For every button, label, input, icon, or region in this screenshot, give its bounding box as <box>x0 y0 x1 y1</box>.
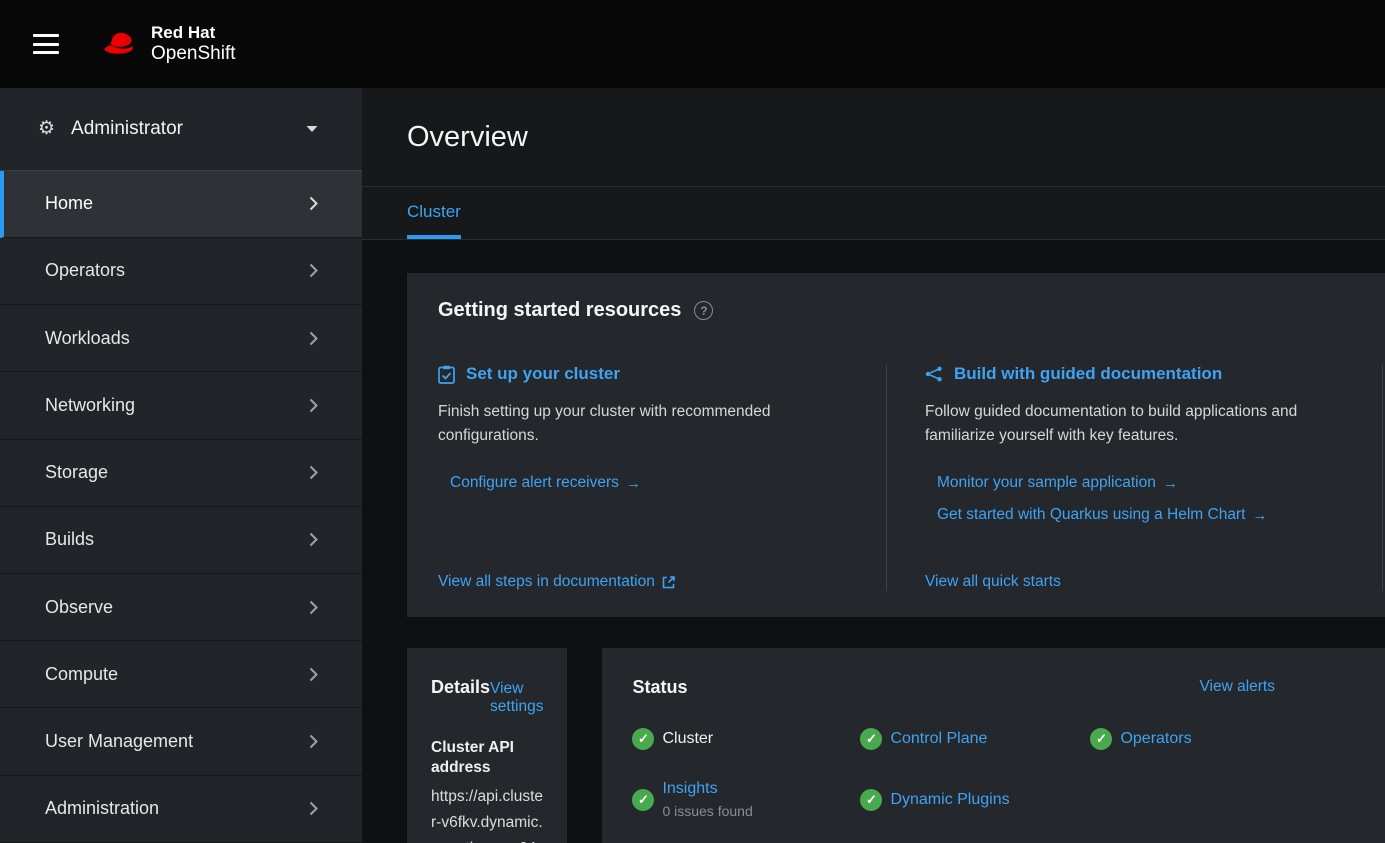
view-settings-link[interactable]: View settings <box>490 680 543 716</box>
sidebar-item-label: Builds <box>45 529 94 550</box>
tab-cluster[interactable]: Cluster <box>407 187 461 239</box>
sidebar-item-label: Storage <box>45 462 108 483</box>
redhat-hat-icon <box>101 31 139 57</box>
configure-alert-receivers-link[interactable]: Configure alert receivers → <box>450 474 641 492</box>
sidebar-item-home[interactable]: Home <box>0 171 362 238</box>
check-circle-icon: ✓ <box>632 728 654 750</box>
tab-bar: Cluster <box>362 186 1385 240</box>
sidebar-item-workloads[interactable]: Workloads <box>0 305 362 372</box>
status-item-cluster: ✓ Cluster <box>632 728 860 750</box>
sidebar-item-label: Compute <box>45 664 118 685</box>
cluster-api-address-value: https://api.cluster-v6fkv.dynamic.opentl… <box>431 784 543 843</box>
help-icon[interactable]: ? <box>694 301 713 320</box>
chevron-right-icon <box>309 532 318 547</box>
nav-toggle-button[interactable] <box>33 34 59 54</box>
sidebar: ⚙ Administrator Home Operators Workloads… <box>0 88 362 843</box>
overview-content: Getting started resources ? Set up your … <box>362 240 1385 843</box>
logo-openshift-text: OpenShift <box>151 43 236 65</box>
masthead: Red Hat OpenShift <box>0 0 1385 88</box>
insights-link[interactable]: Insights <box>662 780 717 797</box>
guided-docs-heading: Build with guided documentation <box>954 364 1222 384</box>
chevron-right-icon <box>309 667 318 682</box>
sidebar-item-storage[interactable]: Storage <box>0 440 362 507</box>
arrow-right-icon: → <box>1252 507 1267 524</box>
sidebar-item-label: User Management <box>45 731 193 752</box>
external-link-icon <box>662 576 675 589</box>
setup-cluster-column: Set up your cluster Finish setting up yo… <box>438 364 887 591</box>
view-all-steps-link[interactable]: View all steps in documentation <box>438 573 675 591</box>
gear-icon: ⚙ <box>38 119 55 138</box>
control-plane-link[interactable]: Control Plane <box>890 730 987 748</box>
view-all-quick-starts-link[interactable]: View all quick starts <box>925 573 1061 591</box>
status-item-operators: ✓ Operators <box>1090 728 1385 750</box>
setup-cluster-description: Finish setting up your cluster with reco… <box>438 400 856 448</box>
sidebar-item-builds[interactable]: Builds <box>0 507 362 574</box>
sidebar-item-label: Home <box>45 193 93 214</box>
status-cluster-label: Cluster <box>662 730 713 748</box>
checklist-icon <box>438 365 455 384</box>
details-card: Details View settings Cluster API addres… <box>407 648 567 843</box>
sidebar-item-observe[interactable]: Observe <box>0 574 362 641</box>
quarkus-helm-chart-link[interactable]: Get started with Quarkus using a Helm Ch… <box>937 506 1267 524</box>
guided-docs-icon <box>925 366 943 382</box>
chevron-right-icon <box>309 331 318 346</box>
chevron-right-icon <box>309 263 318 278</box>
check-circle-icon: ✓ <box>632 789 654 811</box>
insights-issues-count: 0 issues found <box>662 803 752 819</box>
perspective-switcher[interactable]: ⚙ Administrator <box>0 88 362 171</box>
chevron-right-icon <box>309 398 318 413</box>
chevron-right-icon <box>309 734 318 749</box>
page-title: Overview <box>407 120 1385 154</box>
view-alerts-link[interactable]: View alerts <box>1199 678 1275 696</box>
sidebar-item-administration[interactable]: Administration <box>0 776 362 843</box>
status-title: Status <box>632 677 687 697</box>
chevron-right-icon <box>309 196 318 211</box>
sidebar-item-user-management[interactable]: User Management <box>0 708 362 775</box>
sidebar-item-label: Operators <box>45 260 125 281</box>
hamburger-icon <box>33 34 59 37</box>
getting-started-title: Getting started resources <box>438 299 681 322</box>
arrow-right-icon: → <box>1163 475 1178 492</box>
chevron-right-icon <box>309 465 318 480</box>
sidebar-item-label: Workloads <box>45 328 130 349</box>
chevron-right-icon <box>309 801 318 816</box>
cluster-api-address-label: Cluster API address <box>431 738 543 778</box>
status-item-insights: ✓ Insights 0 issues found <box>632 780 860 819</box>
getting-started-card: Getting started resources ? Set up your … <box>407 273 1385 617</box>
logo-redhat-text: Red Hat <box>151 23 236 43</box>
status-card: Status View alerts ✓ Cluster ✓ Control P… <box>602 648 1385 843</box>
check-circle-icon: ✓ <box>1090 728 1112 750</box>
chevron-right-icon <box>309 600 318 615</box>
sidebar-item-label: Observe <box>45 597 113 618</box>
sidebar-item-label: Administration <box>45 798 159 819</box>
details-title: Details <box>431 676 490 698</box>
setup-cluster-heading: Set up your cluster <box>466 364 620 384</box>
dynamic-plugins-link[interactable]: Dynamic Plugins <box>890 791 1009 809</box>
arrow-right-icon: → <box>626 475 641 492</box>
check-circle-icon: ✓ <box>860 789 882 811</box>
check-circle-icon: ✓ <box>860 728 882 750</box>
sidebar-item-label: Networking <box>45 395 135 416</box>
guided-docs-description: Follow guided documentation to build app… <box>925 400 1352 448</box>
sidebar-item-compute[interactable]: Compute <box>0 641 362 708</box>
main-content: Overview Cluster Getting started resourc… <box>362 88 1385 843</box>
perspective-label: Administrator <box>71 118 183 140</box>
redhat-openshift-logo: Red Hat OpenShift <box>101 23 236 64</box>
guided-documentation-column: Build with guided documentation Follow g… <box>887 364 1383 591</box>
sidebar-item-networking[interactable]: Networking <box>0 372 362 439</box>
caret-down-icon <box>306 125 318 133</box>
status-item-control-plane: ✓ Control Plane <box>860 728 1090 750</box>
status-item-dynamic-plugins: ✓ Dynamic Plugins <box>860 789 1090 811</box>
monitor-sample-app-link[interactable]: Monitor your sample application → <box>937 474 1178 492</box>
operators-link[interactable]: Operators <box>1120 730 1191 748</box>
sidebar-item-operators[interactable]: Operators <box>0 238 362 305</box>
